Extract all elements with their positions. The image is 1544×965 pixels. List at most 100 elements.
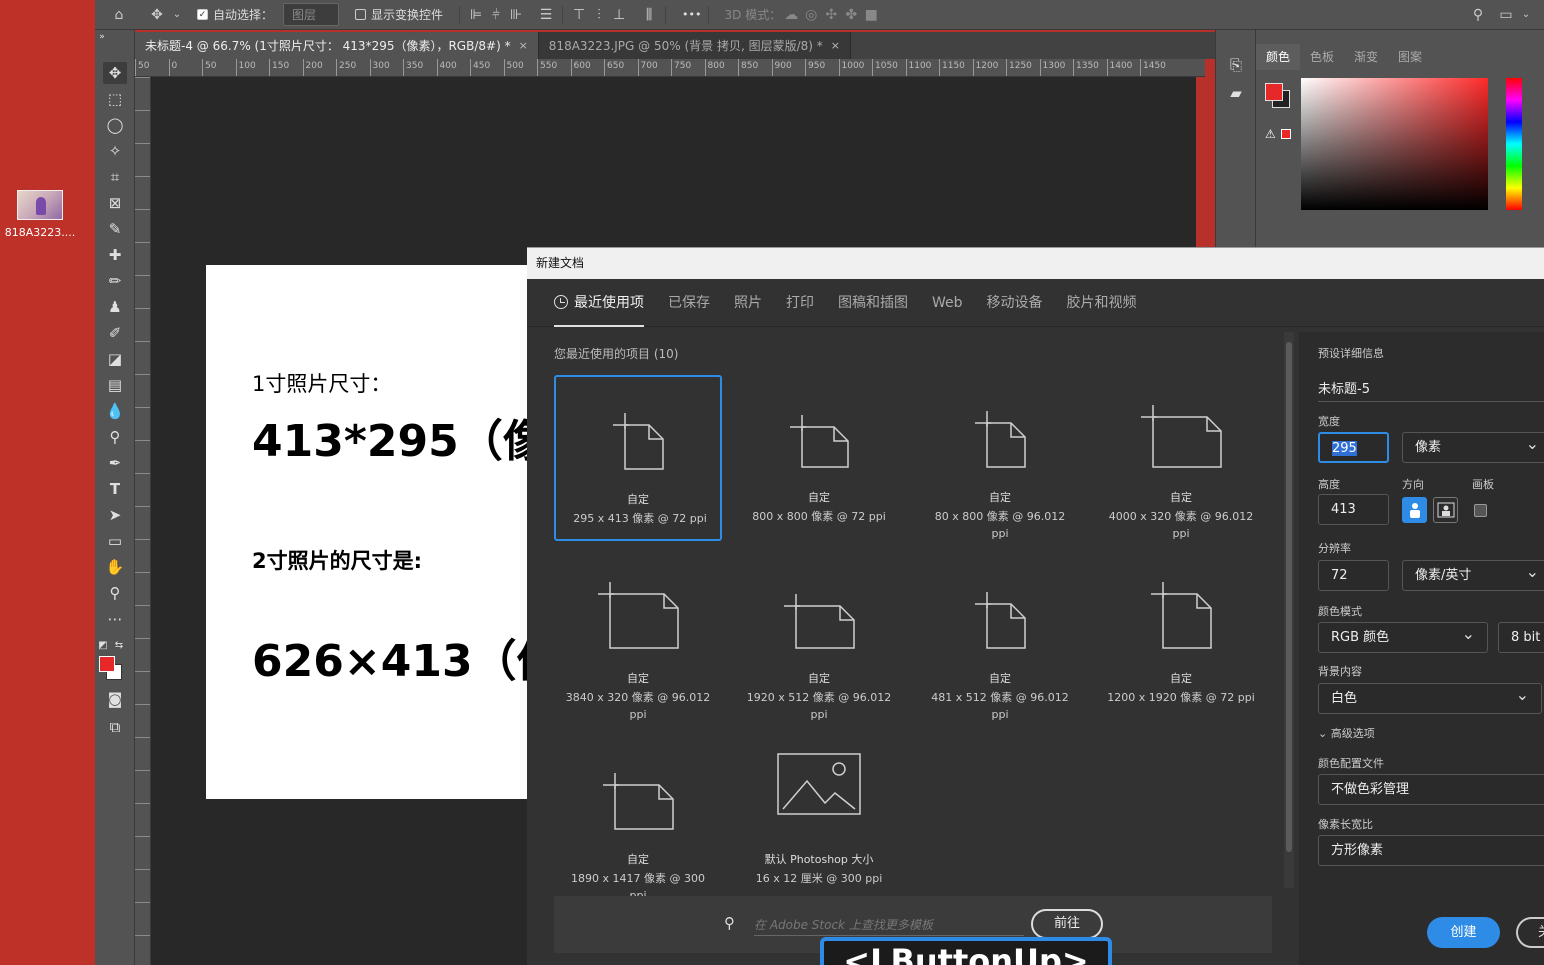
width-unit-select[interactable]: 像素 xyxy=(1402,432,1544,463)
hand-tool-icon[interactable]: ✋ xyxy=(103,556,127,578)
width-input[interactable]: 295 xyxy=(1318,432,1389,463)
document-canvas[interactable]: 1寸照片尺寸： 413*295（像素） 2寸照片的尺寸是: 626×413（像素… xyxy=(206,265,536,799)
tab-saved[interactable]: 已保存 xyxy=(668,279,710,327)
chevron-down-icon[interactable]: ⌄ xyxy=(167,5,187,25)
more-options-button[interactable]: ••• xyxy=(682,8,701,21)
create-button[interactable]: 创建 xyxy=(1427,917,1500,948)
orbit-3d-icon[interactable]: ☁ xyxy=(781,5,801,25)
frame-tool-icon[interactable]: ⊠ xyxy=(103,192,127,214)
brush-tool-icon[interactable]: ✏ xyxy=(103,270,127,292)
move-tool-icon[interactable]: ✥ xyxy=(147,5,167,25)
swap-colors-icon[interactable]: ⇆ xyxy=(113,634,125,656)
gradient-tool-icon[interactable]: ▤ xyxy=(103,374,127,396)
panel-foreground-swatch[interactable] xyxy=(1265,83,1283,101)
crop-tool-icon[interactable]: ⌗ xyxy=(103,166,127,188)
preset-card[interactable]: 自定 3840 x 320 像素 @ 96.012 ppi xyxy=(554,556,722,722)
preset-card[interactable]: 自定 80 x 800 像素 @ 96.012 ppi xyxy=(916,375,1084,541)
camera-3d-icon[interactable]: ■ xyxy=(861,5,881,25)
collapse-icon[interactable]: » xyxy=(95,30,109,44)
align-left-icon[interactable]: ⊫ xyxy=(466,5,486,25)
height-input[interactable]: 413 xyxy=(1318,494,1389,525)
roll-3d-icon[interactable]: ◎ xyxy=(801,5,821,25)
scrollbar-thumb[interactable] xyxy=(1286,342,1292,852)
color-profile-select[interactable]: 不做色彩管理 xyxy=(1318,774,1544,805)
dodge-tool-icon[interactable]: ⚲ xyxy=(103,426,127,448)
bit-depth-select[interactable]: 8 bit xyxy=(1498,622,1544,653)
color-picker-field[interactable] xyxy=(1301,78,1488,210)
magic-wand-icon[interactable]: ✧ xyxy=(103,140,127,162)
document-tab[interactable]: 818A3223.JPG @ 50% (背景 拷贝, 图层蒙版/8) * × xyxy=(538,32,851,59)
auto-select-toggle[interactable]: ✓ 自动选择： xyxy=(197,6,273,23)
tab-web[interactable]: Web xyxy=(932,279,963,327)
rectangle-tool-icon[interactable]: ▭ xyxy=(103,530,127,552)
landscape-orientation-button[interactable] xyxy=(1433,497,1458,523)
align-right-icon[interactable]: ⊪ xyxy=(506,5,526,25)
marquee-tool-icon[interactable]: ⬚ xyxy=(103,88,127,110)
document-tab-active[interactable]: 未标题-4 @ 66.7% (1寸照片尺寸： 413*295（像素），RGB/8… xyxy=(135,32,539,59)
auto-select-dropdown[interactable]: 图层 xyxy=(283,3,340,26)
desktop-file-icon[interactable]: 818A3223.... xyxy=(4,190,76,239)
tab-film-video[interactable]: 胶片和视频 xyxy=(1067,279,1137,327)
hue-slider[interactable] xyxy=(1506,78,1522,210)
pen-tool-icon[interactable]: ✒ xyxy=(103,452,127,474)
chevron-down-icon[interactable]: ⌄ xyxy=(1516,5,1536,25)
tab-recent[interactable]: 最近使用项 xyxy=(554,279,644,327)
slide-3d-icon[interactable]: ✤ xyxy=(841,5,861,25)
align-bottom-icon[interactable]: ⊥ xyxy=(609,5,629,25)
artboard-checkbox[interactable] xyxy=(1474,504,1487,517)
resolution-input[interactable]: 72 xyxy=(1318,560,1389,591)
blur-tool-icon[interactable]: 💧 xyxy=(103,400,127,422)
preset-card[interactable]: 自定 481 x 512 像素 @ 96.012 ppi xyxy=(916,556,1084,722)
document-name-input[interactable]: 未标题-5 xyxy=(1318,378,1544,402)
go-button[interactable]: 前往 xyxy=(1031,909,1103,939)
distribute-horizontal-icon[interactable]: ⫼ xyxy=(639,5,659,25)
tab-print[interactable]: 打印 xyxy=(786,279,814,327)
preset-card[interactable]: 自定 1200 x 1920 像素 @ 72 ppi xyxy=(1097,556,1265,722)
align-middle-icon[interactable]: ⫶ xyxy=(589,5,609,25)
tab-mobile[interactable]: 移动设备 xyxy=(987,279,1043,327)
search-icon[interactable]: ⚲ xyxy=(1468,5,1488,25)
preset-card[interactable]: 自定 800 x 800 像素 @ 72 ppi xyxy=(735,375,903,541)
close-icon[interactable]: × xyxy=(831,39,840,52)
preset-card[interactable]: 自定 295 x 413 像素 @ 72 ppi xyxy=(554,375,722,541)
path-select-icon[interactable]: ➤ xyxy=(103,504,127,526)
eyedropper-icon[interactable]: ✎ xyxy=(103,218,127,240)
gamut-warning-swatch[interactable] xyxy=(1281,129,1291,139)
color-mode-select[interactable]: RGB 颜色 xyxy=(1318,622,1488,653)
workspace-icon[interactable]: ▭ xyxy=(1496,5,1516,25)
history-panel-icon[interactable]: ⎘ xyxy=(1224,54,1248,76)
lasso-tool-icon[interactable]: ◯ xyxy=(103,114,127,136)
move-tool-icon[interactable]: ✥ xyxy=(103,62,127,84)
align-top-icon[interactable]: ⊤ xyxy=(569,5,589,25)
type-tool-icon[interactable]: T xyxy=(103,478,127,500)
zoom-tool-icon[interactable]: ⚲ xyxy=(103,582,127,604)
checkbox-unchecked-icon[interactable] xyxy=(355,9,367,20)
pan-3d-icon[interactable]: ✣ xyxy=(821,5,841,25)
align-center-icon[interactable]: ⫩ xyxy=(486,5,506,25)
resolution-unit-select[interactable]: 像素/英寸 xyxy=(1402,560,1544,591)
stamp-tool-icon[interactable]: ♟ xyxy=(103,296,127,318)
portrait-orientation-button[interactable] xyxy=(1402,497,1427,523)
tab-swatches[interactable]: 色板 xyxy=(1300,44,1344,70)
quick-mask-icon[interactable]: ◙ xyxy=(103,688,127,710)
home-icon[interactable]: ⌂ xyxy=(109,5,129,25)
history-brush-icon[interactable]: ✐ xyxy=(103,322,127,344)
background-select[interactable]: 白色 xyxy=(1318,683,1542,714)
close-button[interactable]: 关闭 xyxy=(1516,917,1544,948)
preset-scrollbar[interactable] xyxy=(1284,332,1294,888)
tab-color[interactable]: 颜色 xyxy=(1256,44,1301,70)
preset-card[interactable]: 自定 4000 x 320 像素 @ 96.012 ppi xyxy=(1097,375,1265,541)
healing-brush-icon[interactable]: ✚ xyxy=(103,244,127,266)
foreground-color-swatch[interactable] xyxy=(99,656,115,672)
distribute-vertical-icon[interactable]: ☰ xyxy=(536,5,556,25)
preset-card[interactable]: 自定1890 x 1417 像素 @ 300 ppi xyxy=(554,737,722,903)
stock-search-input[interactable]: 在 Adobe Stock 上查找更多模板 xyxy=(754,914,1024,936)
pixel-aspect-select[interactable]: 方形像素 xyxy=(1318,835,1544,866)
preset-card[interactable]: 自定 1920 x 512 像素 @ 96.012 ppi xyxy=(735,556,903,722)
show-transform-toggle[interactable]: 显示变换控件 xyxy=(355,6,443,23)
screen-mode-icon[interactable]: ⧉ xyxy=(103,716,127,738)
tab-gradients[interactable]: 渐变 xyxy=(1344,44,1388,70)
checkbox-checked-icon[interactable]: ✓ xyxy=(197,9,208,20)
default-colors-icon[interactable]: ◩ xyxy=(97,634,109,656)
more-tools-icon[interactable]: ⋯ xyxy=(103,608,127,630)
